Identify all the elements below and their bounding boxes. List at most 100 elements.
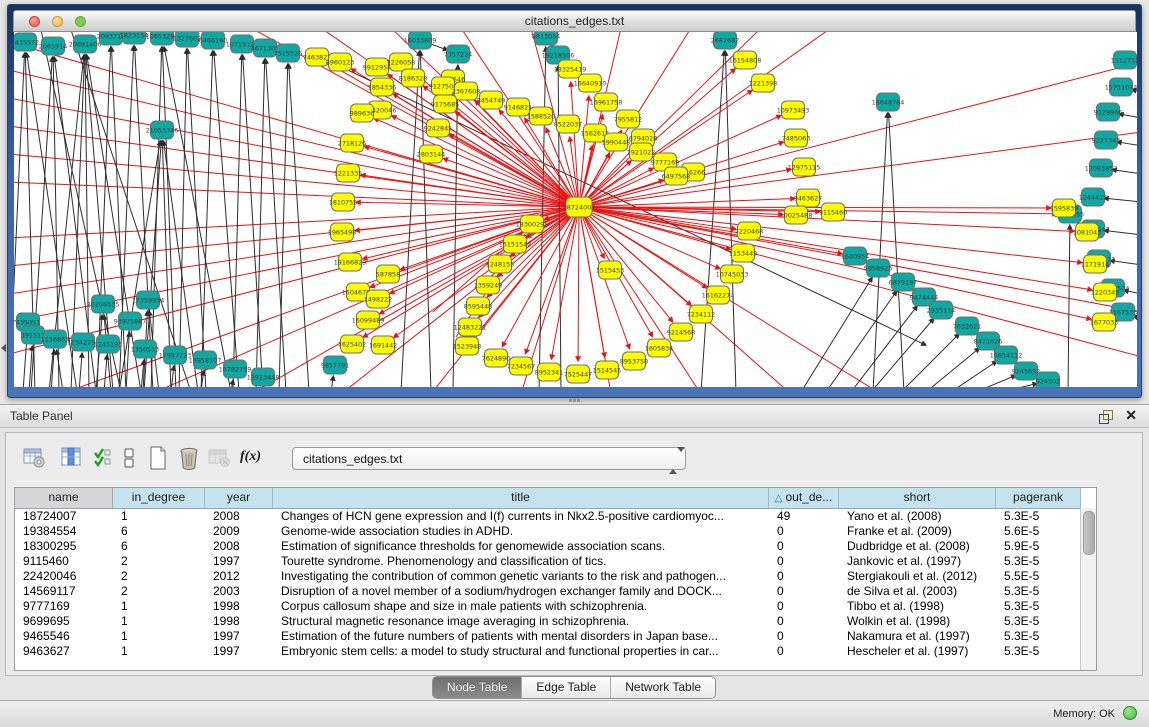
row-select-icon[interactable]	[92, 445, 112, 474]
table-cell[interactable]: 0	[769, 539, 839, 554]
table-cell[interactable]: 5.3E-5	[996, 509, 1081, 524]
table-cell[interactable]: 1	[113, 509, 205, 524]
table-cell[interactable]: 5.3E-5	[996, 629, 1081, 644]
table-cell[interactable]: 5.3E-5	[996, 644, 1081, 659]
table-cell[interactable]: 9777169	[15, 599, 113, 614]
network-canvas[interactable]: 1872400724355722065914206914062093719182…	[14, 32, 1137, 387]
table-cell[interactable]: 2012	[205, 569, 273, 584]
table-row[interactable]: 1830029562008Estimation of significance …	[15, 539, 1096, 554]
table-cell[interactable]: 1	[113, 644, 205, 659]
table-cell[interactable]: 14569117	[15, 584, 113, 599]
column-header-short[interactable]: short	[839, 488, 996, 508]
table-row[interactable]: 969969511998Structural magnetic resonanc…	[15, 614, 1096, 629]
table-cell[interactable]: 2009	[205, 524, 273, 539]
table-row[interactable]: 1938455462009Genome-wide association stu…	[15, 524, 1096, 539]
table-cell[interactable]: Wolkin et al. (1998)	[839, 614, 996, 629]
table-cell[interactable]: 9115460	[15, 554, 113, 569]
table-cell[interactable]: 1	[113, 629, 205, 644]
table-cell[interactable]: 5.5E-5	[996, 569, 1081, 584]
table-cell[interactable]: 5.3E-5	[996, 584, 1081, 599]
table-cell[interactable]: 5.6E-5	[996, 524, 1081, 539]
table-cell[interactable]: Investigating the contribution of common…	[273, 569, 769, 584]
table-cell[interactable]: Yano et al. (2008)	[839, 509, 996, 524]
table-cell[interactable]: Estimation of significance thresholds fo…	[273, 539, 769, 554]
table-row[interactable]: 2242004622012Investigating the contribut…	[15, 569, 1096, 584]
panel-collapse-arrow-icon[interactable]	[1, 344, 6, 352]
table-cell[interactable]: 9699695	[15, 614, 113, 629]
table-cell[interactable]: 1997	[205, 644, 273, 659]
table-cell[interactable]: 5.3E-5	[996, 614, 1081, 629]
table-cell[interactable]: 49	[769, 509, 839, 524]
table-cell[interactable]: 22420046	[15, 569, 113, 584]
table-cell[interactable]: 2003	[205, 584, 273, 599]
tab-node-table[interactable]: Node Table	[433, 677, 523, 698]
column-header-name[interactable]: name	[15, 488, 113, 508]
table-cell[interactable]: 2008	[205, 509, 273, 524]
column-header-out-de-[interactable]: △out_de...	[769, 488, 839, 508]
table-cell[interactable]: 1	[113, 614, 205, 629]
table-cell[interactable]: Tibbo et al. (1998)	[839, 599, 996, 614]
table-row[interactable]: 1456911722003Disruption of a novel membe…	[15, 584, 1096, 599]
table-cell[interactable]: 2	[113, 584, 205, 599]
table-cell[interactable]: Estimation of the future numbers of pati…	[273, 629, 769, 644]
table-cell[interactable]: Franke et al. (2009)	[839, 524, 996, 539]
table-cell[interactable]: 1	[113, 599, 205, 614]
table-cell[interactable]: Nakamura et al. (1997)	[839, 629, 996, 644]
table-cell[interactable]: 9465546	[15, 629, 113, 644]
table-cell[interactable]: 5.3E-5	[996, 599, 1081, 614]
table-cell[interactable]: 2	[113, 569, 205, 584]
table-select-dropdown[interactable]: citations_edges.txt	[292, 447, 686, 470]
table-cell[interactable]: 0	[769, 599, 839, 614]
table-cell[interactable]: 5.9E-5	[996, 539, 1081, 554]
merge-rows-icon[interactable]	[122, 445, 136, 476]
citation-network-graph[interactable]: 1872400724355722065914206914062093719182…	[14, 32, 1137, 387]
table-cell[interactable]: Jankovic et al. (1997)	[839, 554, 996, 569]
table-row[interactable]: 1872400712008Changes of HCN gene express…	[15, 509, 1096, 524]
new-document-icon[interactable]	[148, 445, 168, 476]
table-cell[interactable]: Hescheler et al. (1997)	[839, 644, 996, 659]
table-cell[interactable]: 18300295	[15, 539, 113, 554]
column-header-year[interactable]: year	[205, 488, 273, 508]
table-cell[interactable]: 0	[769, 614, 839, 629]
table-cell[interactable]: 18724007	[15, 509, 113, 524]
column-header-pagerank[interactable]: pagerank	[996, 488, 1081, 508]
column-visibility-icon[interactable]	[60, 445, 82, 474]
table-cell[interactable]: 0	[769, 584, 839, 599]
table-cell[interactable]: 1997	[205, 554, 273, 569]
table-cell[interactable]: 0	[769, 629, 839, 644]
tab-network-table[interactable]: Network Table	[611, 677, 715, 698]
table-cell[interactable]: de Silva et al. (2003)	[839, 584, 996, 599]
memory-ok-indicator-icon[interactable]	[1123, 706, 1137, 720]
table-cell[interactable]: Stergiakouli et al. (2012)	[839, 569, 996, 584]
table-cell[interactable]: 1998	[205, 599, 273, 614]
vertical-scrollbar[interactable]	[1080, 508, 1096, 670]
table-cell[interactable]: Embryonic stem cells: a model to study s…	[273, 644, 769, 659]
table-cell[interactable]: 9463627	[15, 644, 113, 659]
table-cell[interactable]: 0	[769, 554, 839, 569]
table-cell[interactable]: 19384554	[15, 524, 113, 539]
table-row[interactable]: 946554611997Estimation of the future num…	[15, 629, 1096, 644]
table-cell[interactable]: 1997	[205, 629, 273, 644]
delete-trash-icon[interactable]	[177, 445, 201, 476]
table-row[interactable]: 911546021997Tourette syndrome. Phenomeno…	[15, 554, 1096, 569]
table-cell[interactable]: 2008	[205, 539, 273, 554]
table-cell[interactable]: 0	[769, 524, 839, 539]
table-cell[interactable]: Changes of HCN gene expression and I(f) …	[273, 509, 769, 524]
table-cell[interactable]: Genome-wide association studies in ADHD.	[273, 524, 769, 539]
table-cell[interactable]: Dudbridge et al. (2008)	[839, 539, 996, 554]
function-builder-icon[interactable]: f(x)	[240, 449, 261, 465]
tab-edge-table[interactable]: Edge Table	[522, 677, 611, 698]
column-header-in-degree[interactable]: in_degree	[113, 488, 205, 508]
close-panel-icon[interactable]: ✕	[1125, 407, 1137, 424]
float-panel-icon[interactable]	[1099, 410, 1113, 423]
table-cell[interactable]: Tourette syndrome. Phenomenology and cla…	[273, 554, 769, 569]
table-cell[interactable]: Structural magnetic resonance image aver…	[273, 614, 769, 629]
table-settings-icon[interactable]	[22, 445, 46, 474]
table-cell[interactable]: 6	[113, 539, 205, 554]
table-cell[interactable]: 0	[769, 569, 839, 584]
column-header-title[interactable]: title	[273, 488, 769, 508]
table-cell[interactable]: 2	[113, 554, 205, 569]
table-cell[interactable]: 5.3E-5	[996, 554, 1081, 569]
table-cell[interactable]: 1998	[205, 614, 273, 629]
table-cell[interactable]: Disruption of a novel member of a sodium…	[273, 584, 769, 599]
